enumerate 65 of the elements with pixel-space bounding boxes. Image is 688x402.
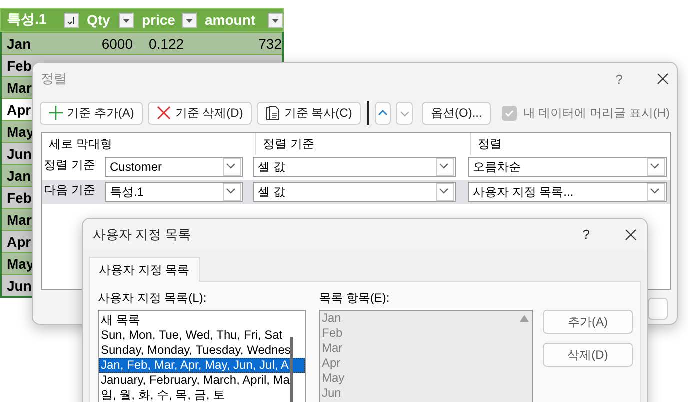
scrollbar-thumb[interactable] [290,337,293,402]
table-cell-text: 732 [258,36,283,52]
table-cell-text: Mar [6,212,32,228]
entry-text: Jan [322,311,342,326]
document-icon [266,106,280,120]
column-header: Qty [87,12,110,28]
entry-text: Mar [322,341,343,356]
window-title: 사용자 지정 목록 [93,226,192,244]
table-cell-text: Jan [6,168,32,184]
column-header: 세로 막대형 [48,136,114,152]
toolbar-button[interactable]: 기준 추가(A) [40,102,144,124]
row-label: 다음 기준 [43,182,96,199]
window-title: 정렬 [41,70,67,88]
dropdown[interactable]: 셀 값 [253,157,456,177]
close-icon[interactable] [657,73,669,85]
options-button[interactable]: 옵션(O)... [422,102,492,124]
dropdown[interactable]: 셀 값 [253,182,456,202]
dropdown[interactable]: 오름차순 [468,157,667,177]
toolbar-button[interactable]: 기준 복사(C) [257,102,362,124]
list-item[interactable]: Sun, Mon, Tue, Wed, Thu, Fri, Sat [99,328,305,343]
column-header: 정렬 [470,133,670,155]
list-item[interactable]: Jan, Feb, Mar, Apr, May, Jun, Jul, A [99,358,305,373]
toolbar-button[interactable]: 기준 삭제(D) [148,102,252,124]
dropdown[interactable]: 사용자 지정 목록... [468,182,667,202]
field-label: 목록 항목(E): [319,290,391,307]
close-icon [157,106,172,120]
table-cell-text: 6000 [100,36,134,52]
entry-text: Jun [322,386,342,401]
close-icon[interactable] [625,228,637,240]
table-cell-text: Feb [6,190,32,206]
row-label: 정렬 기준 [43,157,96,174]
column-header: 정렬 기준 [255,133,470,155]
table-cell-text: Apr [6,102,32,118]
dropdown-icon[interactable] [268,12,283,28]
table-cell-text: Jun [6,278,32,294]
column-header: price [142,12,176,28]
list-item[interactable]: January, February, March, April, Ma [99,373,305,388]
entry-text: May [322,371,345,386]
list-item[interactable]: 새 목록 [99,313,305,328]
help-button[interactable]: ? [582,227,590,242]
table-cell-text: Jan [6,36,32,52]
help-button[interactable]: ? [616,72,623,86]
table-cell-text: Mar [6,80,32,96]
column-header: amount [205,12,256,28]
move-up-button[interactable] [374,102,392,124]
list-item[interactable]: 일, 월, 화, 수, 목, 금, 토 [99,388,305,402]
plus-icon [49,106,63,120]
dropdown-icon[interactable] [182,12,197,28]
dropdown-icon[interactable] [119,12,134,28]
table-cell-text: 0.122 [148,36,186,52]
field-label: 사용자 지정 목록(L): [98,290,208,307]
table-cell-text: Apr [6,234,32,250]
action-button[interactable]: 삭제(D) [543,343,633,367]
dropdown[interactable]: Customer [105,157,243,177]
checkbox-label: 내 데이터에 머리글 표시(H) [523,104,670,122]
tab[interactable]: 사용자 지정 목록 [89,257,200,282]
entry-text: Feb [322,326,343,341]
table-cell-text: Feb [6,58,32,74]
dropdown[interactable]: 특성.1 [105,182,243,202]
list-item[interactable]: Sunday, Monday, Tuesday, Wednes [99,343,305,358]
column-header: 특성.1 [7,11,47,29]
sort-icon[interactable] [64,12,79,28]
entry-text: Apr [322,356,341,371]
table-cell-text: Jun [6,146,32,162]
action-button[interactable]: 추가(A) [543,310,633,334]
